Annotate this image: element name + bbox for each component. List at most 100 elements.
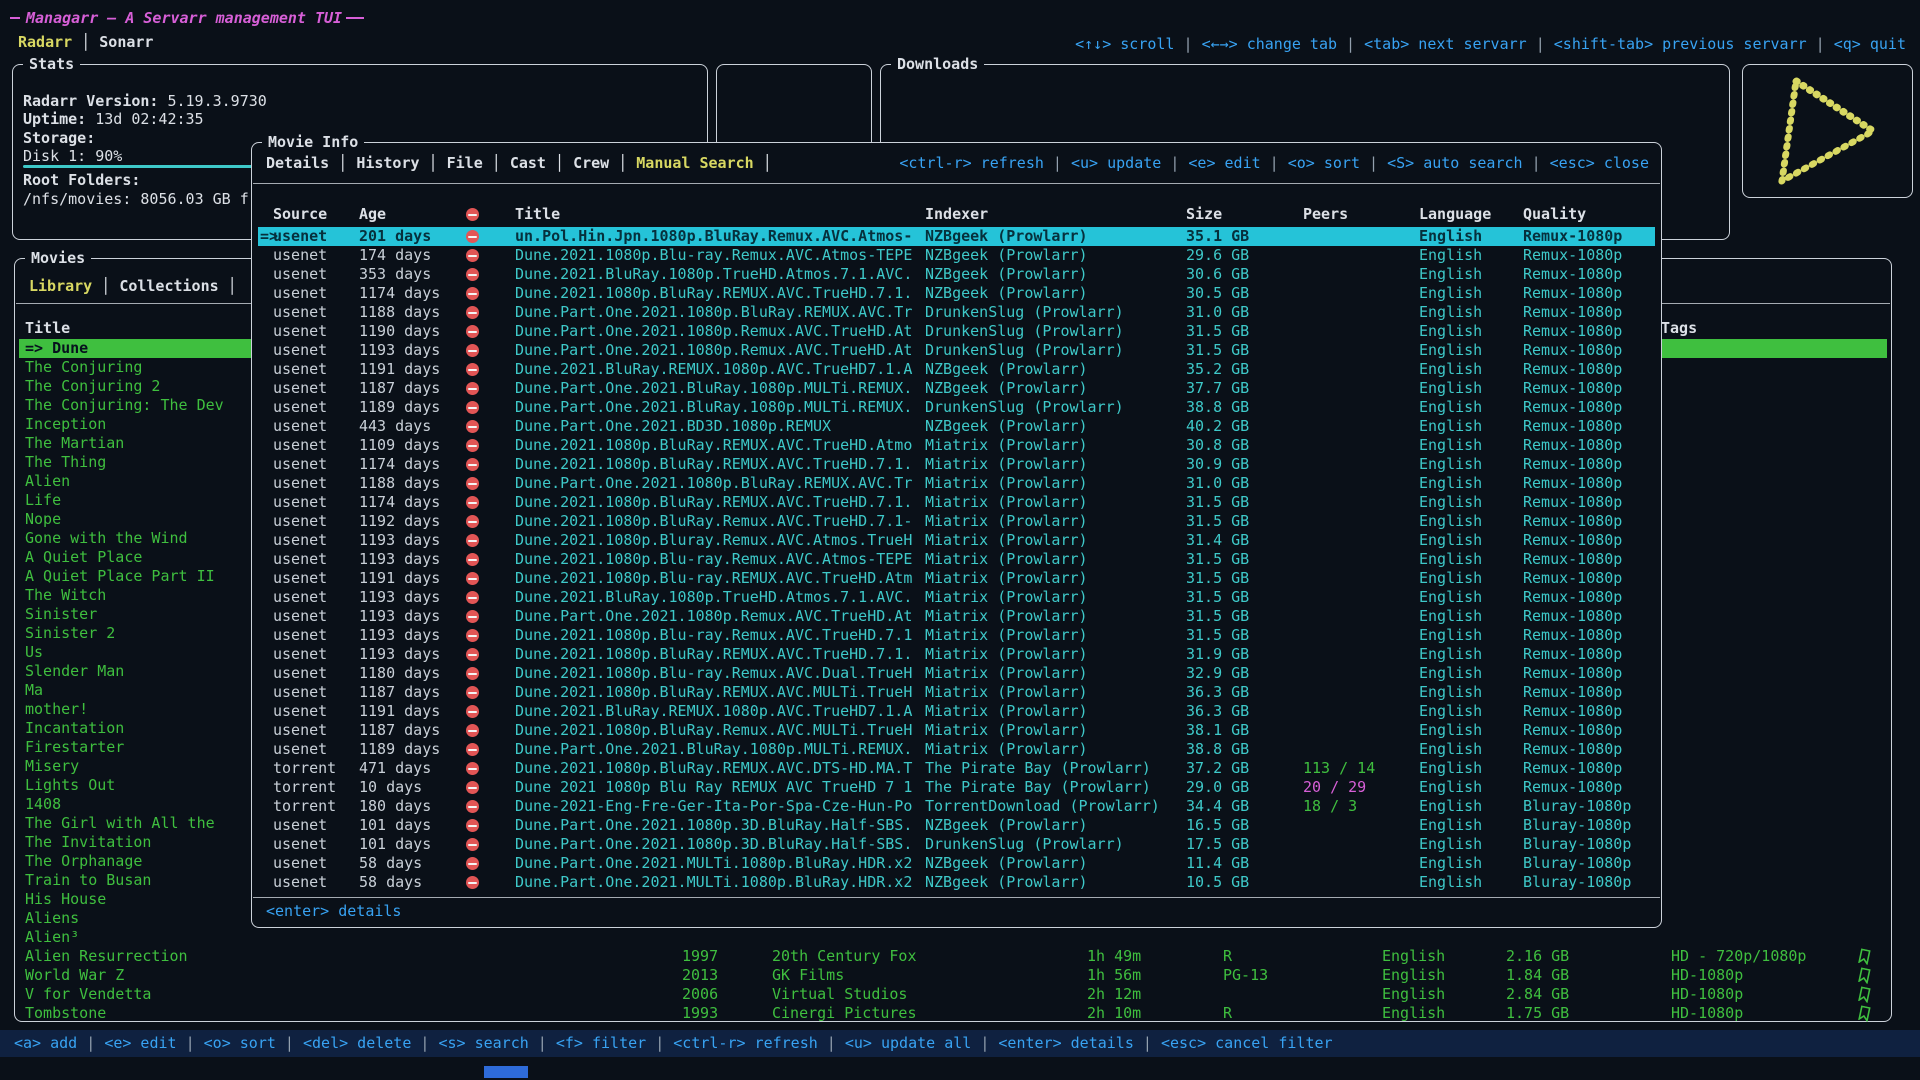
- search-result-row[interactable]: usenet58 daysDune.Part.One.2021.MULTi.10…: [258, 873, 1655, 892]
- monitored-icon: [1856, 1005, 1872, 1026]
- root-folders-label-text: Root Folders:: [23, 171, 140, 189]
- cell-indexer: Miatrix (Prowlarr): [925, 474, 1088, 493]
- cell-title: Dune.Part.One.2021.1080p.Remux.AVC.TrueH…: [515, 322, 912, 341]
- search-result-row[interactable]: usenet1191 daysDune.2021.1080p.Blu-ray.R…: [258, 569, 1655, 588]
- search-result-row[interactable]: usenet1188 daysDune.Part.One.2021.1080p.…: [258, 303, 1655, 322]
- search-result-row[interactable]: usenet1193 daysDune.2021.1080p.Blu-ray.R…: [258, 550, 1655, 569]
- search-result-row[interactable]: usenet1191 daysDune.2021.BluRay.REMUX.10…: [258, 702, 1655, 721]
- search-result-row[interactable]: torrent471 daysDune.2021.1080p.BluRay.RE…: [258, 759, 1655, 778]
- cell-indexer: NZBgeek (Prowlarr): [925, 417, 1088, 436]
- tab-details[interactable]: Details: [266, 154, 329, 172]
- cell-quality: Remux-1080p: [1523, 284, 1622, 303]
- search-result-row[interactable]: usenet1180 daysDune.2021.1080p.Blu-ray.R…: [258, 664, 1655, 683]
- bottom-hint-u-update-all: <u> update all: [845, 1034, 971, 1052]
- cell-source: usenet: [273, 854, 327, 873]
- tab-sonarr[interactable]: Sonarr: [99, 33, 153, 51]
- cell-title: Dune.2021.1080p.BluRay.REMUX.AVC.DTS-HD.…: [515, 759, 912, 778]
- search-result-row[interactable]: usenet1193 daysDune.2021.1080p.Blu-ray.R…: [258, 626, 1655, 645]
- search-result-row[interactable]: usenet1189 daysDune.Part.One.2021.BluRay…: [258, 740, 1655, 759]
- cell-title: un.Pol.Hin.Jpn.1080p.BluRay.Remux.AVC.At…: [515, 227, 912, 246]
- movie-row[interactable]: V for Vendetta2006Virtual Studios2h 12mE…: [19, 985, 1887, 1004]
- tab-cast[interactable]: Cast: [510, 154, 546, 172]
- movie-row[interactable]: Alien Resurrection199720th Century Fox1h…: [19, 947, 1887, 966]
- search-result-row[interactable]: usenet1174 daysDune.2021.1080p.BluRay.RE…: [258, 493, 1655, 512]
- movie-title: Alien³: [25, 928, 79, 947]
- cell-language: English: [1419, 778, 1482, 797]
- search-result-row[interactable]: usenet1193 daysDune.2021.BluRay.1080p.Tr…: [258, 588, 1655, 607]
- rejected-icon: [466, 686, 479, 699]
- cell-language: English: [1419, 493, 1482, 512]
- search-result-row[interactable]: usenet1174 daysDune.2021.1080p.BluRay.RE…: [258, 455, 1655, 474]
- search-result-row[interactable]: usenet1192 daysDune.2021.1080p.BluRay.Re…: [258, 512, 1655, 531]
- search-result-row[interactable]: usenet1109 daysDune.2021.1080p.BluRay.RE…: [258, 436, 1655, 455]
- cell-quality: Remux-1080p: [1523, 417, 1622, 436]
- movie-row[interactable]: Tombstone1993Cinergi Pictures2h 10mREngl…: [19, 1004, 1887, 1023]
- tab-file[interactable]: File: [447, 154, 483, 172]
- movie-quality: HD-1080p: [1671, 1004, 1743, 1023]
- rejected-icon: [466, 382, 479, 395]
- search-result-row[interactable]: usenet1193 daysDune.2021.1080p.Bluray.Re…: [258, 531, 1655, 550]
- cell-language: English: [1419, 702, 1482, 721]
- tab-collections[interactable]: Collections: [119, 277, 218, 295]
- cell-age: 180 days: [359, 797, 431, 816]
- cell-source: usenet: [273, 474, 327, 493]
- search-result-row[interactable]: torrent10 daysDune 2021 1080p Blu Ray RE…: [258, 778, 1655, 797]
- search-result-row[interactable]: usenet1187 daysDune.Part.One.2021.BluRay…: [258, 379, 1655, 398]
- search-result-row[interactable]: usenet1187 daysDune.2021.1080p.BluRay.RE…: [258, 683, 1655, 702]
- search-result-row[interactable]: usenet1193 daysDune.Part.One.2021.1080p.…: [258, 607, 1655, 626]
- cell-age: 1193 days: [359, 588, 440, 607]
- tab-library[interactable]: Library: [29, 277, 92, 295]
- search-result-row[interactable]: usenet101 daysDune.Part.One.2021.1080p.3…: [258, 816, 1655, 835]
- cell-indexer: DrunkenSlug (Prowlarr): [925, 835, 1124, 854]
- cell-age: 1193 days: [359, 550, 440, 569]
- cell-indexer: Miatrix (Prowlarr): [925, 569, 1088, 588]
- search-result-row[interactable]: =>usenet201 daysun.Pol.Hin.Jpn.1080p.Blu…: [258, 227, 1655, 246]
- cell-quality: Bluray-1080p: [1523, 797, 1631, 816]
- rejected-icon: [466, 648, 479, 661]
- search-result-row[interactable]: usenet1188 daysDune.Part.One.2021.1080p.…: [258, 474, 1655, 493]
- movie-title: Sinister: [25, 605, 97, 624]
- search-result-row[interactable]: usenet1191 daysDune.2021.BluRay.REMUX.10…: [258, 360, 1655, 379]
- cell-indexer: NZBgeek (Prowlarr): [925, 360, 1088, 379]
- cell-age: 1193 days: [359, 626, 440, 645]
- movie-info-tabs-separator: │: [483, 154, 510, 172]
- cell-title: Dune-2021-Eng-Fre-Ger-Ita-Por-Spa-Cze-Hu…: [515, 797, 912, 816]
- search-result-row[interactable]: usenet58 daysDune.Part.One.2021.MULTi.10…: [258, 854, 1655, 873]
- search-result-row[interactable]: usenet443 daysDune.Part.One.2021.BD3D.10…: [258, 417, 1655, 436]
- cell-language: English: [1419, 645, 1482, 664]
- cell-source: usenet: [273, 721, 327, 740]
- movie-year: 2013: [682, 966, 718, 985]
- movie-rating: R: [1223, 1004, 1232, 1023]
- movie-info-tabs-separator: │: [609, 154, 636, 172]
- rejected-icon: [466, 838, 479, 851]
- search-result-row[interactable]: torrent180 daysDune-2021-Eng-Fre-Ger-Ita…: [258, 797, 1655, 816]
- movie-title: mother!: [25, 700, 88, 719]
- movie-row[interactable]: World War Z2013GK Films1h 56mPG-13Englis…: [19, 966, 1887, 985]
- search-result-row[interactable]: usenet1190 daysDune.Part.One.2021.1080p.…: [258, 322, 1655, 341]
- movie-title: The Conjuring 2: [25, 377, 160, 396]
- search-result-row[interactable]: usenet1193 daysDune.Part.One.2021.1080p.…: [258, 341, 1655, 360]
- cell-size: 32.9 GB: [1186, 664, 1249, 683]
- tab-history[interactable]: History: [356, 154, 419, 172]
- search-result-row[interactable]: usenet353 daysDune.2021.BluRay.1080p.Tru…: [258, 265, 1655, 284]
- movie-title: The Thing: [25, 453, 106, 472]
- cell-indexer: DrunkenSlug (Prowlarr): [925, 398, 1124, 417]
- tab-crew[interactable]: Crew: [573, 154, 609, 172]
- servarr-tabs-separator: │: [72, 33, 99, 51]
- search-result-row[interactable]: usenet1187 daysDune.2021.1080p.BluRay.Re…: [258, 721, 1655, 740]
- search-result-row[interactable]: usenet1193 daysDune.2021.1080p.BluRay.RE…: [258, 645, 1655, 664]
- radarr-version-label: Radarr Version:: [23, 92, 158, 110]
- cell-language: English: [1419, 379, 1482, 398]
- search-result-row[interactable]: usenet101 daysDune.Part.One.2021.1080p.3…: [258, 835, 1655, 854]
- cell-source: usenet: [273, 835, 327, 854]
- tab-manual-search[interactable]: Manual Search: [636, 154, 753, 172]
- bottom-hint-esc-cancel-filter: <esc> cancel filter: [1161, 1034, 1333, 1052]
- movie-row[interactable]: Alien³: [19, 928, 1887, 947]
- search-result-row[interactable]: usenet1189 daysDune.Part.One.2021.BluRay…: [258, 398, 1655, 417]
- search-result-row[interactable]: usenet174 daysDune.2021.1080p.Blu-ray.Re…: [258, 246, 1655, 265]
- cell-quality: Remux-1080p: [1523, 341, 1622, 360]
- tab-radarr[interactable]: Radarr: [18, 33, 72, 51]
- movie-title: Gone with the Wind: [25, 529, 188, 548]
- cell-language: English: [1419, 303, 1482, 322]
- search-result-row[interactable]: usenet1174 daysDune.2021.1080p.BluRay.RE…: [258, 284, 1655, 303]
